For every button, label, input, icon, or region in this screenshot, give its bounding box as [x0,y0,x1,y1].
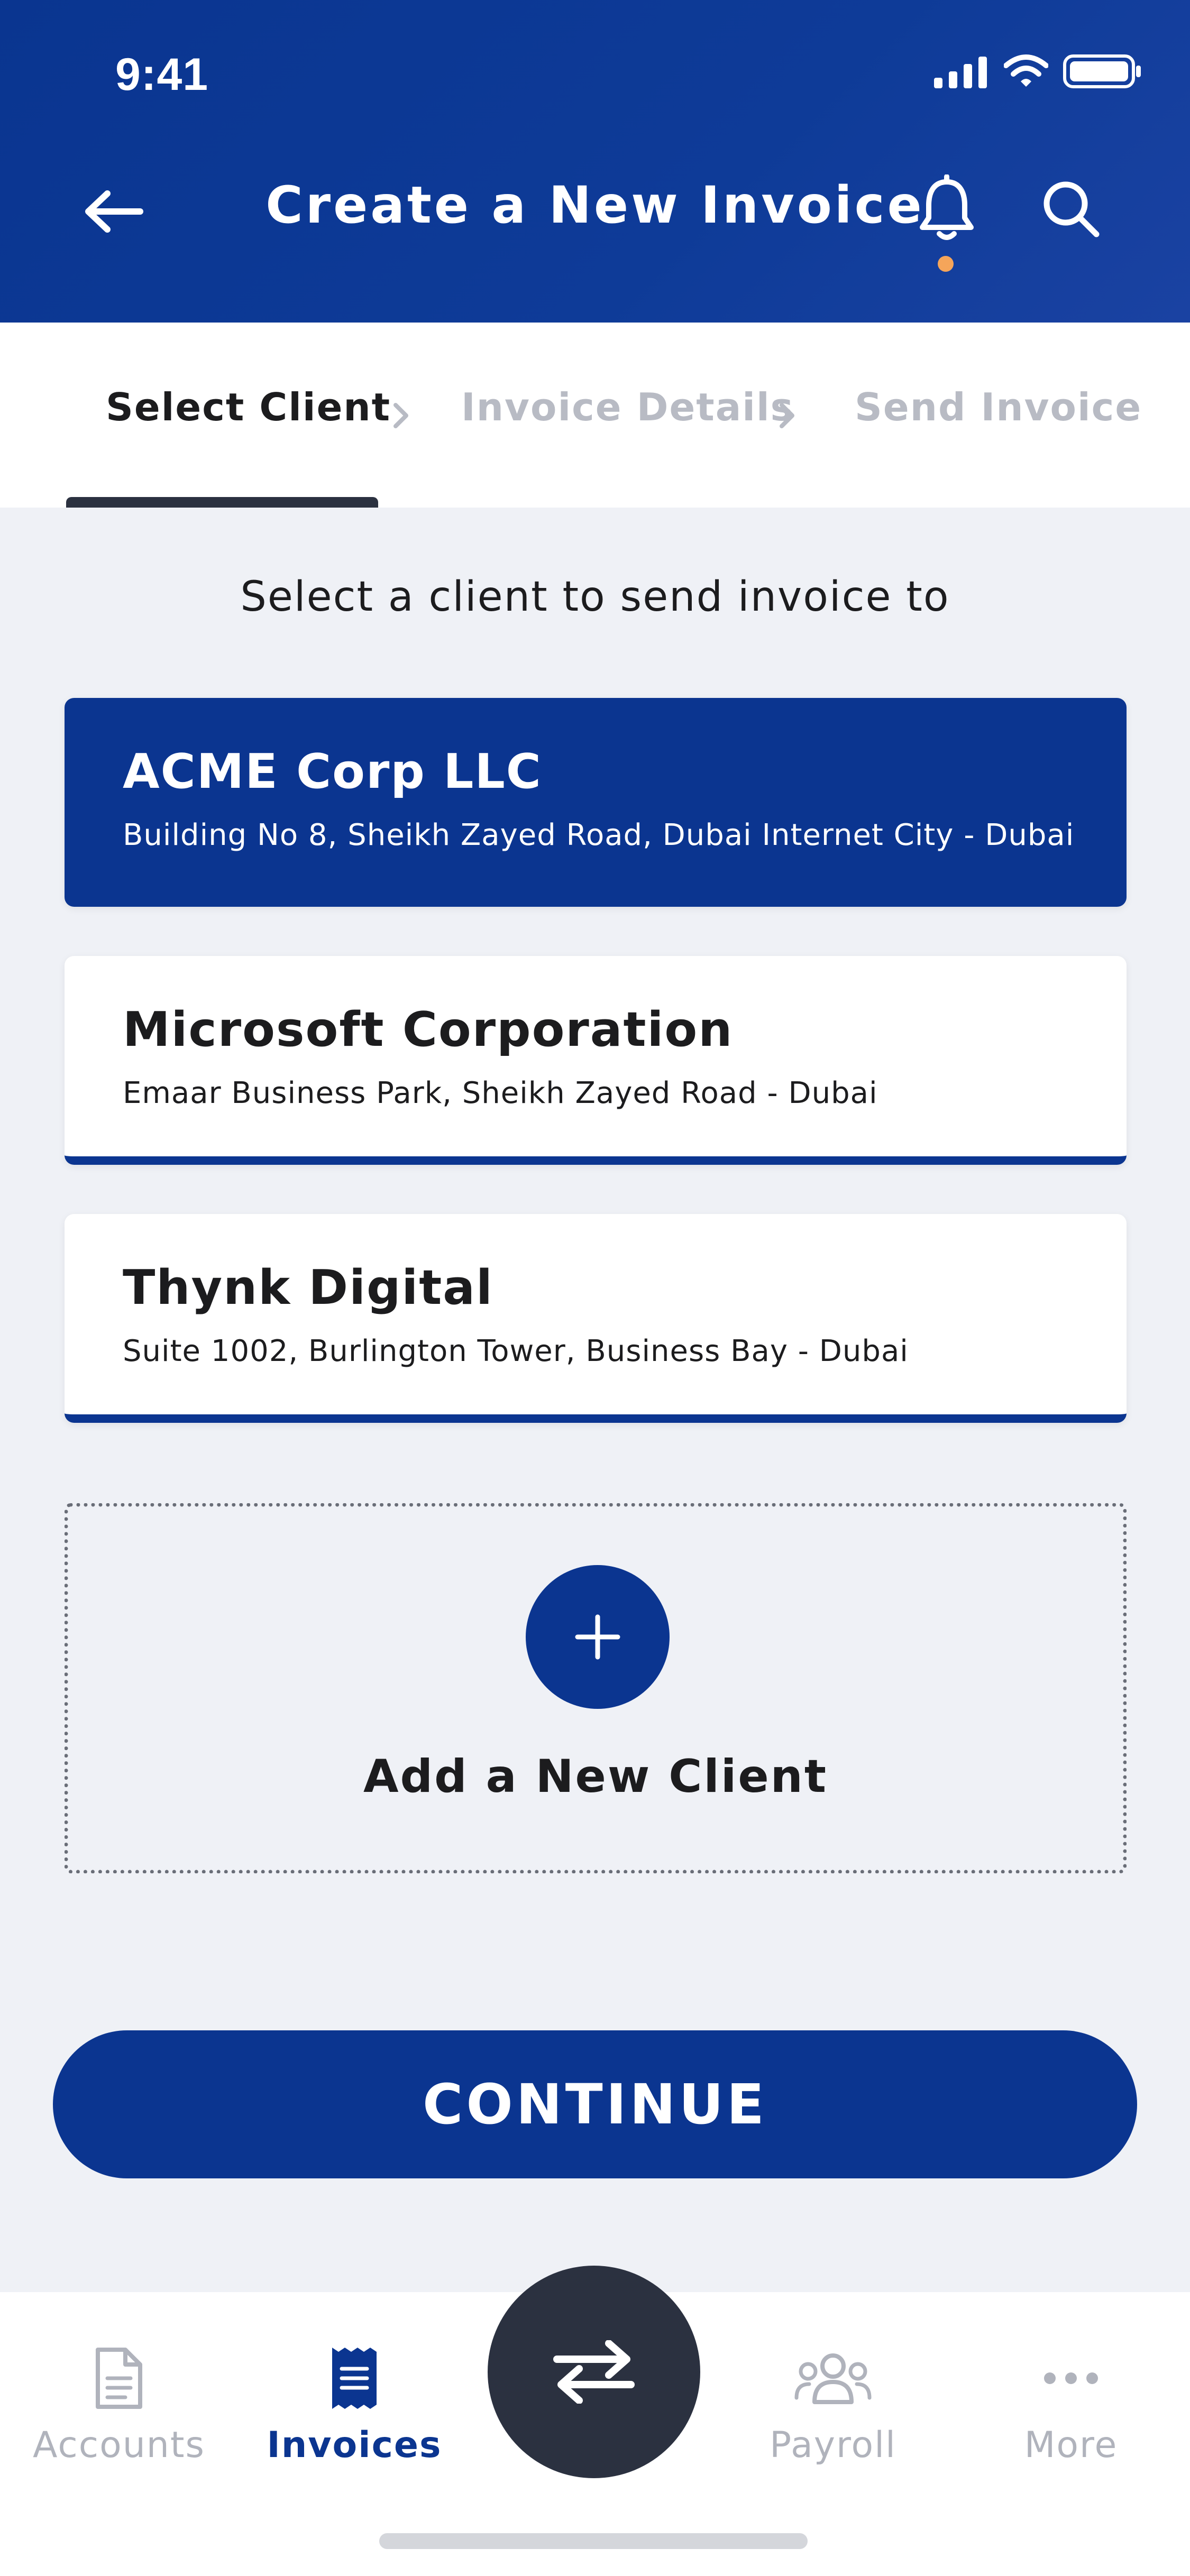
client-address: Emaar Business Park, Sheikh Zayed Road -… [123,1076,878,1110]
status-time: 9:41 [115,49,209,100]
client-card-acme[interactable]: ACME Corp LLC Building No 8, Sheikh Zaye… [65,698,1127,907]
tab-payroll[interactable]: Payroll [714,2292,952,2504]
add-circle [526,1565,670,1709]
search-button[interactable] [1037,174,1105,243]
transfer-arrows-icon [553,2340,635,2404]
app-header: 9:41 Create a New Invoice [0,0,1190,323]
plus-icon [575,1614,620,1660]
active-step-indicator [66,497,378,508]
receipt-icon [332,2348,377,2409]
page-title: Create a New Invoice [266,176,924,235]
document-icon [96,2348,142,2409]
more-icon [1044,2372,1098,2384]
invoice-stepper: Select Client Invoice Details Send Invoi… [0,323,1190,508]
signal-icon [934,57,987,88]
client-address: Suite 1002, Burlington Tower, Business B… [123,1334,909,1368]
client-name: Microsoft Corporation [123,1002,734,1057]
add-client-button[interactable]: Add a New Client [65,1503,1127,1873]
client-card-microsoft[interactable]: Microsoft Corporation Emaar Business Par… [65,956,1127,1165]
bell-icon [920,174,974,240]
client-name: Thynk Digital [123,1260,493,1315]
tab-label: More [1024,2424,1118,2466]
tab-label: Accounts [33,2424,205,2466]
status-icons [934,53,1142,90]
transfer-button[interactable] [488,2266,700,2478]
chevron-right-icon [780,403,794,428]
notifications-button[interactable] [915,174,978,254]
client-prompt: Select a client to send invoice to [240,573,950,621]
step-invoice-details[interactable]: Invoice Details [461,385,794,429]
tab-more[interactable]: More [952,2292,1190,2504]
add-client-label: Add a New Client [363,1750,828,1803]
step-send-invoice[interactable]: Send Invoice [855,385,1142,429]
client-name: ACME Corp LLC [123,744,542,799]
home-indicator [379,2533,808,2549]
wifi-icon [1004,54,1048,87]
notification-dot [938,256,954,272]
tab-label: Payroll [770,2424,896,2466]
tab-accounts[interactable]: Accounts [0,2292,238,2504]
step-select-client[interactable]: Select Client [106,385,391,429]
tab-label: Invoices [267,2424,442,2466]
client-card-thynk[interactable]: Thynk Digital Suite 1002, Burlington Tow… [65,1214,1127,1423]
search-icon [1043,181,1100,237]
client-address: Building No 8, Sheikh Zayed Road, Dubai … [123,818,1075,852]
people-icon [794,2353,872,2404]
battery-icon [1063,54,1141,88]
tab-invoices[interactable]: Invoices [235,2292,473,2504]
chevron-right-icon [393,403,408,428]
continue-button[interactable]: CONTINUE [53,2030,1137,2178]
